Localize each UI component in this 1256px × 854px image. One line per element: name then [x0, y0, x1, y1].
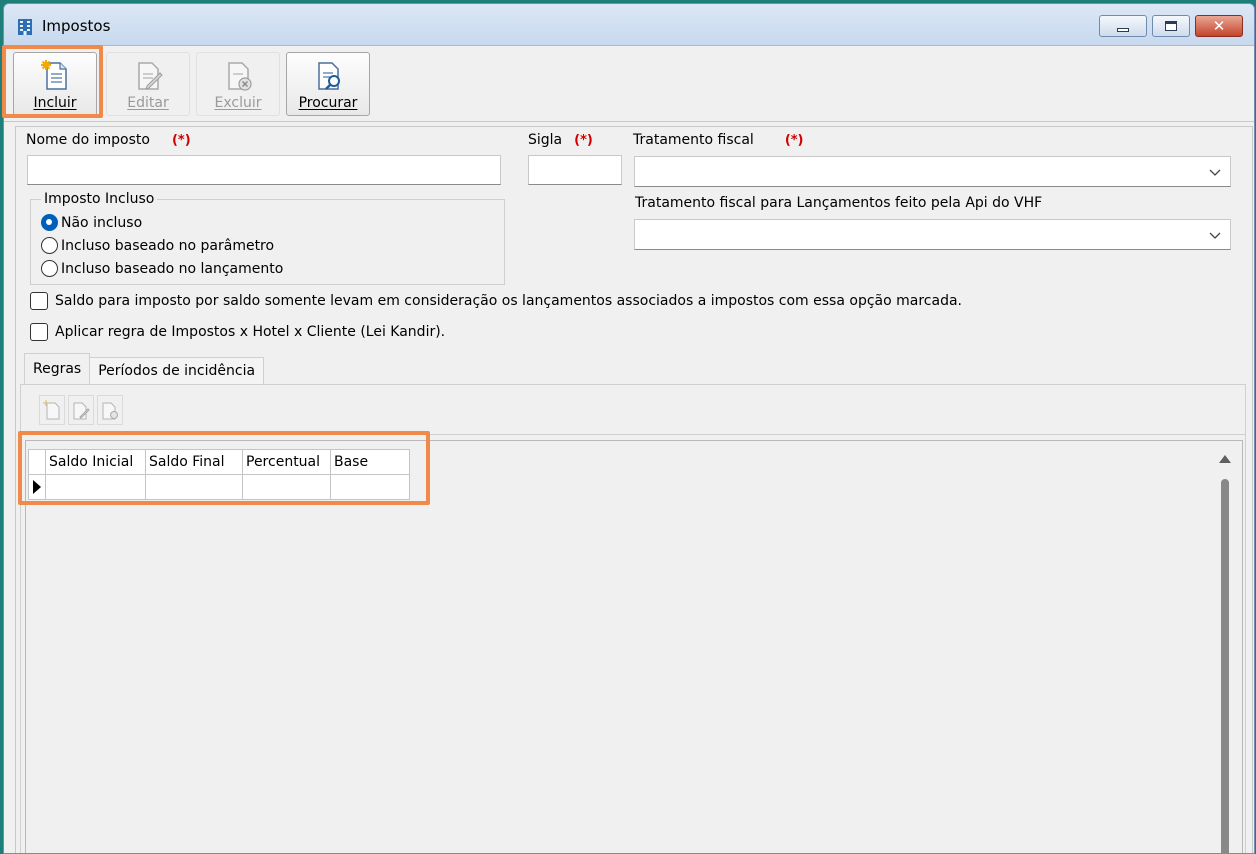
tratamento-label: Tratamento fiscal (*)	[633, 132, 804, 148]
regras-panel: Saldo Inicial Saldo Final Percentual Bas…	[20, 384, 1246, 853]
rules-grid-area: Saldo Inicial Saldo Final Percentual Bas…	[25, 440, 1243, 853]
radio-nao-incluso[interactable]: Não incluso	[41, 214, 142, 231]
edit-document-icon	[138, 62, 163, 90]
radio-label: Não incluso	[61, 214, 143, 231]
radio-incluso-parametro[interactable]: Incluso baseado no parâmetro	[41, 237, 274, 254]
checkbox-lei-kandir[interactable]: Aplicar regra de Impostos x Hotel x Clie…	[30, 323, 445, 341]
maximize-button[interactable]	[1152, 15, 1190, 37]
window-title: Impostos	[42, 17, 111, 35]
cell-saldo-final[interactable]	[145, 474, 243, 500]
search-document-icon	[318, 62, 340, 90]
tratamento-label-text: Tratamento fiscal	[633, 132, 754, 148]
tratamento-api-label: Tratamento fiscal para Lançamentos feito…	[635, 195, 1043, 211]
minimize-icon	[1117, 27, 1129, 32]
procurar-button[interactable]: Procurar	[286, 52, 370, 116]
column-percentual[interactable]: Percentual	[242, 449, 331, 475]
imposto-incluso-group: Imposto Incluso Não incluso Incluso base…	[30, 191, 505, 285]
new-document-icon	[41, 60, 67, 90]
tratamento-required-marker: (*)	[784, 133, 804, 148]
checkbox-saldo-imposto[interactable]: Saldo para imposto por saldo somente lev…	[30, 292, 962, 310]
radio-checked-icon	[41, 214, 58, 231]
excluir-label: Excluir	[214, 95, 262, 111]
delete-document-icon	[228, 62, 252, 91]
column-base[interactable]: Base	[330, 449, 410, 475]
cell-saldo-inicial[interactable]	[45, 474, 146, 500]
column-saldo-inicial[interactable]: Saldo Inicial	[45, 449, 146, 475]
nome-input[interactable]	[27, 155, 501, 185]
grid-header-row: Saldo Inicial Saldo Final Percentual Bas…	[28, 449, 410, 475]
impostos-window: Impostos ✕ Incluir Editar Excluir Procur…	[3, 3, 1255, 854]
cell-base[interactable]	[330, 474, 410, 500]
tratamento-select[interactable]	[634, 156, 1231, 187]
delete-rule-button[interactable]	[97, 395, 123, 425]
tax-form: Nome do imposto (*) Sigla (*) Tratamento f…	[15, 126, 1253, 853]
table-row[interactable]	[28, 474, 410, 500]
tab-periodos-incidencia[interactable]: Períodos de incidência	[89, 357, 265, 385]
edit-document-icon	[73, 402, 90, 420]
vertical-scrollbar[interactable]	[1218, 449, 1232, 853]
row-pointer-icon	[33, 480, 41, 494]
tratamento-api-select[interactable]	[634, 219, 1231, 250]
chevron-down-icon	[1209, 169, 1221, 176]
nome-label-text: Nome do imposto	[26, 132, 150, 148]
title-bar[interactable]: Impostos ✕	[4, 4, 1254, 46]
nome-label: Nome do imposto (*)	[26, 132, 191, 148]
scroll-thumb[interactable]	[1221, 479, 1229, 853]
new-document-icon	[43, 400, 60, 420]
rules-grid: Saldo Inicial Saldo Final Percentual Bas…	[28, 449, 410, 500]
row-indicator-header	[28, 449, 46, 475]
maximize-icon	[1165, 21, 1177, 31]
editar-button[interactable]: Editar	[106, 52, 190, 116]
close-button[interactable]: ✕	[1195, 15, 1243, 37]
sigla-required-marker: (*)	[574, 133, 593, 148]
rules-toolbar	[21, 385, 1245, 435]
row-indicator	[28, 474, 46, 500]
excluir-button[interactable]: Excluir	[196, 52, 280, 116]
radio-unchecked-icon	[41, 260, 58, 277]
checkbox-label: Aplicar regra de Impostos x Hotel x Clie…	[55, 324, 446, 340]
sigla-label: Sigla (*)	[528, 132, 593, 148]
tab-bar: Regras Períodos de incidência	[24, 353, 265, 385]
incluir-label: Incluir	[33, 95, 77, 111]
radio-label: Incluso baseado no parâmetro	[61, 237, 275, 254]
column-saldo-final[interactable]: Saldo Final	[145, 449, 243, 475]
add-rule-button[interactable]	[39, 395, 65, 425]
building-icon	[18, 19, 32, 35]
incluir-button[interactable]: Incluir	[13, 52, 97, 116]
checkbox-unchecked-icon	[30, 292, 48, 310]
radio-incluso-lancamento[interactable]: Incluso baseado no lançamento	[41, 260, 283, 277]
tab-regras[interactable]: Regras	[24, 353, 91, 385]
edit-rule-button[interactable]	[68, 395, 94, 425]
checkbox-label: Saldo para imposto por saldo somente lev…	[55, 293, 962, 309]
radio-label: Incluso baseado no lançamento	[61, 260, 284, 277]
radio-unchecked-icon	[41, 237, 58, 254]
sigla-input[interactable]	[528, 155, 622, 185]
nome-required-marker: (*)	[171, 133, 191, 148]
delete-document-icon	[102, 402, 118, 420]
procurar-label: Procurar	[298, 95, 358, 111]
checkbox-unchecked-icon	[30, 323, 48, 341]
main-toolbar: Incluir Editar Excluir Procurar	[4, 47, 1254, 122]
minimize-button[interactable]	[1099, 15, 1147, 37]
imposto-incluso-legend: Imposto Incluso	[41, 191, 158, 207]
chevron-down-icon	[1209, 232, 1221, 239]
editar-label: Editar	[127, 95, 169, 111]
cell-percentual[interactable]	[242, 474, 331, 500]
sigla-label-text: Sigla	[528, 132, 563, 148]
scroll-up-icon[interactable]	[1219, 455, 1231, 463]
close-icon: ✕	[1212, 16, 1226, 35]
